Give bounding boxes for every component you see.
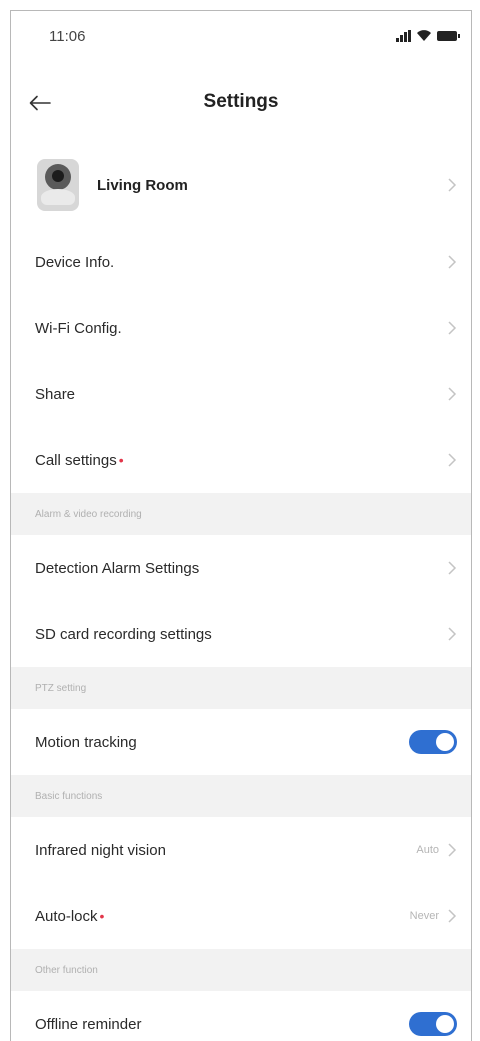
row-label: Auto-lock [35,907,98,925]
battery-icon [437,30,460,41]
wifi-icon [417,30,431,41]
section-header-other: Other function [11,949,471,991]
device-name: Living Room [97,176,188,194]
chevron-right-icon [448,387,457,401]
device-row[interactable]: Living Room [11,141,471,229]
row-label: Offline reminder [35,1015,142,1033]
section-header-alarm: Alarm & video recording [11,493,471,535]
phone-screen: 11:06 Settings Living Room Device Info. … [10,10,472,1041]
row-label: Wi-Fi Config. [35,319,122,337]
sd-card-recording-row[interactable]: SD card recording settings [11,601,471,667]
wifi-config-row[interactable]: Wi-Fi Config. [11,295,471,361]
row-label: Detection Alarm Settings [35,559,200,577]
section-header-basic: Basic functions [11,775,471,817]
section-label: Basic functions [35,790,103,802]
infrared-night-vision-row[interactable]: Infrared night vision Auto [11,817,471,883]
chevron-right-icon [448,321,457,335]
row-label: SD card recording settings [35,625,212,643]
new-badge-dot: • [99,908,105,924]
row-value: Auto [416,844,439,856]
camera-avatar [37,159,79,211]
share-row[interactable]: Share [11,361,471,427]
offline-reminder-row: Offline reminder [11,991,471,1041]
chevron-right-icon [448,909,457,923]
new-badge-dot: • [118,452,124,468]
chevron-right-icon [448,453,457,467]
section-label: Other function [35,964,98,976]
auto-lock-row[interactable]: Auto-lock • Never [11,883,471,949]
row-label: Device Info. [35,253,115,271]
settings-list: Living Room Device Info. Wi-Fi Config. S… [11,141,471,1041]
status-icons [396,29,460,42]
page-title: Settings [203,91,279,112]
row-label: Share [35,385,76,403]
row-label: Call settings [35,451,117,469]
row-label: Infrared night vision [35,841,166,859]
device-info-row[interactable]: Device Info. [11,229,471,295]
chevron-right-icon [448,561,457,575]
chevron-right-icon [448,178,457,192]
row-value: Never [409,910,439,922]
nav-bar: Settings [11,73,471,129]
offline-reminder-toggle[interactable] [409,1012,457,1036]
chevron-right-icon [448,843,457,857]
motion-tracking-row: Motion tracking [11,709,471,775]
motion-tracking-toggle[interactable] [409,730,457,754]
signal-icon [396,29,411,42]
section-label: PTZ setting [35,682,87,694]
section-label: Alarm & video recording [35,508,142,520]
status-time: 11:06 [49,28,86,45]
call-settings-row[interactable]: Call settings • [11,427,471,493]
chevron-right-icon [448,255,457,269]
chevron-right-icon [448,627,457,641]
status-bar: 11:06 [11,11,471,63]
detection-alarm-row[interactable]: Detection Alarm Settings [11,535,471,601]
section-header-ptz: PTZ setting [11,667,471,709]
row-label: Motion tracking [35,733,137,751]
